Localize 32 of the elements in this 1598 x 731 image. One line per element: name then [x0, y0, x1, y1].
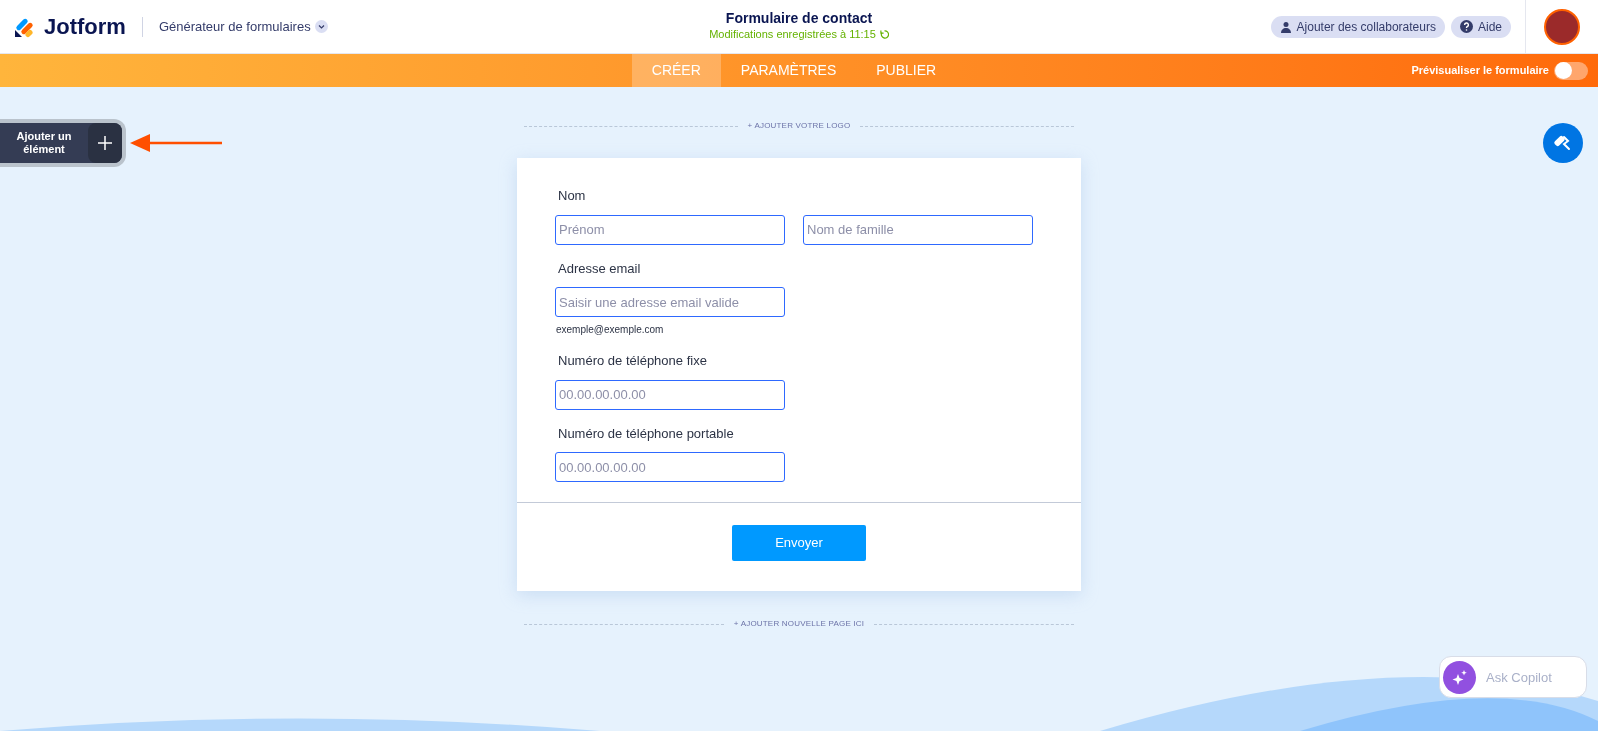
add-logo-link[interactable]: + AJOUTER VOTRE LOGO — [747, 120, 851, 132]
refresh-icon — [879, 30, 889, 39]
input-field[interactable]: Prénom — [555, 214, 785, 245]
paint-roller-button[interactable] — [1543, 123, 1583, 163]
save-status: Modifications enregistrées à 11:15 — [709, 27, 876, 43]
input-field[interactable]: 00.00.00.00.00 — [555, 379, 785, 410]
input-field[interactable]: 00.00.00.00.00 — [555, 452, 785, 482]
logo-wordmark: Jotform — [44, 13, 126, 41]
chevron-down-icon — [314, 20, 328, 33]
preview-toggle[interactable] — [1554, 61, 1588, 80]
field-label: Numéro de téléphone fixe — [558, 352, 708, 370]
field-label: Adresse email — [558, 259, 642, 278]
field-label: Numéro de téléphone portable — [558, 424, 735, 443]
person-icon — [1279, 20, 1292, 33]
add-page-link[interactable]: + AJOUTER NOUVELLE PAGE ICI — [733, 618, 865, 630]
input-field[interactable]: Nom de famille — [803, 214, 1033, 245]
field-sublabel: exemple@exemple.com — [556, 323, 665, 337]
nav-tab[interactable]: PARAMÈTRES — [720, 54, 857, 87]
preview-label: Prévisualiser le formulaire — [1411, 63, 1549, 79]
plus-icon — [98, 136, 112, 150]
form-title: Formulaire de contact — [725, 10, 873, 27]
header-button[interactable]: Aide — [1450, 15, 1511, 38]
field-label: Nom — [558, 187, 587, 205]
arrow-icon — [130, 133, 222, 153]
avatar[interactable] — [1544, 8, 1580, 45]
submit-button[interactable]: Envoyer — [732, 525, 866, 561]
help-icon — [1459, 20, 1473, 33]
paint-roller-icon — [1553, 133, 1573, 153]
input-field[interactable]: Saisir une adresse email valide — [555, 287, 785, 317]
nav-tab[interactable]: PUBLIER — [856, 54, 957, 87]
product-menu[interactable]: Générateur de formulaires — [158, 16, 328, 37]
header-button[interactable]: Ajouter des collaborateurs — [1270, 15, 1445, 38]
